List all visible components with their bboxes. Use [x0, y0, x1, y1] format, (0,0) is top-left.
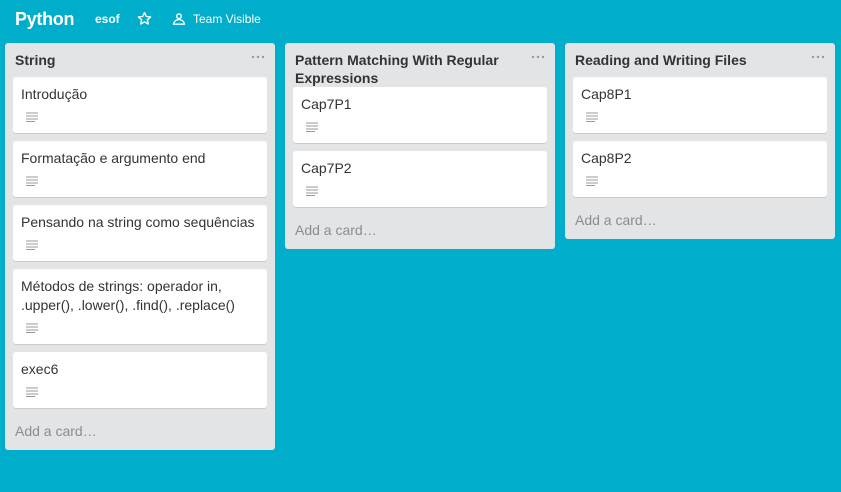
- card-title: Formatação e argumento end: [21, 150, 206, 166]
- ellipsis-icon[interactable]: [811, 52, 825, 62]
- description-icon: [586, 176, 598, 186]
- description-icon: [26, 176, 38, 186]
- card[interactable]: Introdução: [13, 77, 267, 133]
- description-icon: [586, 112, 598, 122]
- card-list: Cap7P1 Cap7P2: [285, 87, 555, 207]
- card-title: Cap7P1: [301, 96, 352, 112]
- card[interactable]: Pensando na string como sequências: [13, 205, 267, 261]
- card-title: Cap8P2: [581, 150, 632, 166]
- add-card-button[interactable]: Add a card…: [5, 416, 275, 450]
- visibility-label: Team Visible: [193, 12, 261, 26]
- list-title[interactable]: Reading and Writing Files: [575, 51, 799, 69]
- description-icon: [26, 112, 38, 122]
- ellipsis-icon[interactable]: [251, 52, 265, 62]
- list-header: Reading and Writing Files: [565, 43, 835, 77]
- card[interactable]: Métodos de strings: operador in, .upper(…: [13, 269, 267, 344]
- card[interactable]: exec6: [13, 352, 267, 408]
- card-list: Introdução Formatação e argumento end Pe…: [5, 77, 275, 408]
- list-title[interactable]: Pattern Matching With Regular Expression…: [295, 51, 519, 87]
- card-title: Cap8P1: [581, 86, 632, 102]
- card-title: Métodos de strings: operador in, .upper(…: [21, 278, 235, 313]
- board-title[interactable]: Python: [15, 9, 75, 30]
- description-icon: [306, 186, 318, 196]
- card[interactable]: Cap7P2: [293, 151, 547, 207]
- card[interactable]: Cap8P1: [573, 77, 827, 133]
- card[interactable]: Cap7P1: [293, 87, 547, 143]
- visibility-button[interactable]: Team Visible: [172, 10, 261, 28]
- card[interactable]: Cap8P2: [573, 141, 827, 197]
- card-title: Introdução: [21, 86, 88, 102]
- list-pattern-matching: Pattern Matching With Regular Expression…: [285, 43, 555, 249]
- star-icon[interactable]: [137, 11, 152, 26]
- list-reading-writing-files: Reading and Writing Files Cap8P1 Cap8P2 …: [565, 43, 835, 239]
- card-title: exec6: [21, 361, 59, 377]
- add-card-button[interactable]: Add a card…: [565, 205, 835, 239]
- ellipsis-icon[interactable]: [531, 52, 545, 62]
- description-icon: [306, 122, 318, 132]
- list-string: String Introdução Formatação e argumento…: [5, 43, 275, 450]
- list-header: String: [5, 43, 275, 77]
- description-icon: [26, 387, 38, 397]
- list-title[interactable]: String: [15, 51, 239, 69]
- add-card-button[interactable]: Add a card…: [285, 215, 555, 249]
- description-icon: [26, 323, 38, 333]
- description-icon: [26, 240, 38, 250]
- card-title: Cap7P2: [301, 160, 352, 176]
- board-org-link[interactable]: esof: [95, 12, 120, 26]
- team-icon: [172, 13, 186, 25]
- card-title: Pensando na string como sequências: [21, 214, 255, 230]
- card[interactable]: Formatação e argumento end: [13, 141, 267, 197]
- list-header: Pattern Matching With Regular Expression…: [285, 43, 555, 87]
- card-list: Cap8P1 Cap8P2: [565, 77, 835, 197]
- board-header: Python esof Team Visible: [0, 0, 841, 40]
